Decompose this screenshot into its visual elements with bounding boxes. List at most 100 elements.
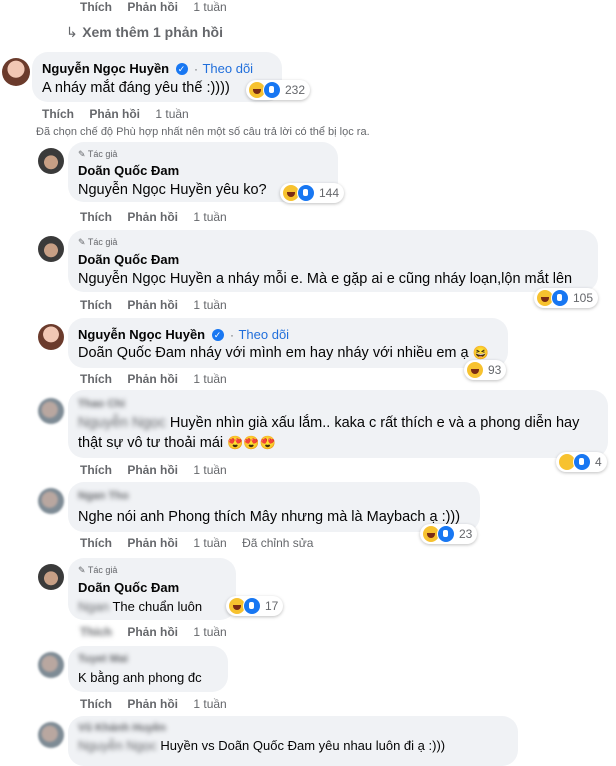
author-badge: Tác giả	[87, 565, 118, 575]
reply-link[interactable]: Phản hồi	[127, 463, 178, 477]
heart-eyes-emoji-icon: 😍😍😍	[227, 435, 276, 450]
comment-text: Nguyễn Ngọc Huyền yêu ko?	[78, 182, 267, 198]
follow-button[interactable]: Theo dõi	[238, 327, 289, 342]
comment-text-body: Huyền vs Doãn Quốc Đam yêu nhau luôn đi …	[160, 738, 446, 753]
see-more-replies[interactable]: ↳ Xem thêm 1 phản hồi	[66, 24, 223, 42]
comment-text-body-2: thật sự vô tư thoải mái	[78, 435, 224, 451]
comment-author[interactable]: Ngan Tho	[78, 490, 129, 502]
reaction-summary[interactable]: 4	[556, 452, 607, 472]
comment-bubble: ✎ Tác giả Doãn Quốc Đam Nguyễn Ngọc Huyề…	[68, 230, 598, 292]
comment-text-body: Huyền nhìn già xấu lắm.. kaka c rất thíc…	[169, 415, 580, 431]
comment-bubble: ✎ Tác giả Doãn Quốc Đam Ngan The chuẩn l…	[68, 558, 236, 620]
comment-text-body: The chuẩn luôn	[112, 599, 203, 614]
reaction-summary[interactable]: 144	[280, 183, 345, 203]
reply-link[interactable]: Phản hồi	[127, 697, 178, 711]
comment-bubble: Vũ Khánh Huyền Nguyễn Ngọc Huyền vs Doãn…	[68, 716, 518, 766]
comment-actions: Thích Phản hồi 1 tuần	[42, 107, 201, 121]
reply-link[interactable]: Phản hồi	[127, 0, 178, 14]
timestamp: 1 tuần	[193, 625, 227, 639]
reaction-summary[interactable]: 232	[246, 80, 311, 100]
avatar[interactable]	[38, 722, 64, 748]
reply-link[interactable]: Phản hồi	[127, 210, 178, 224]
comment-author[interactable]: Thao Chi	[78, 398, 125, 410]
like-link[interactable]: Thích	[42, 107, 74, 121]
timestamp: 1 tuần	[193, 0, 227, 14]
like-link[interactable]: Thích	[80, 372, 112, 386]
comment-text: A nháy mắt đáng yêu thế :))))	[42, 80, 230, 96]
avatar[interactable]	[38, 398, 64, 424]
top-comment-actions: Thích Phản hồi 1 tuần	[80, 0, 239, 14]
reaction-summary[interactable]: 93	[464, 360, 507, 380]
avatar[interactable]	[38, 652, 64, 678]
reaction-count: 105	[573, 291, 594, 305]
timestamp: 1 tuần	[193, 210, 227, 224]
like-link[interactable]: Thích	[80, 536, 112, 550]
reaction-count: 23	[459, 527, 473, 541]
reaction-summary[interactable]: 105	[534, 288, 599, 308]
avatar[interactable]	[2, 58, 30, 86]
edited-label: Đã chỉnh sửa	[242, 536, 314, 550]
reaction-count: 93	[488, 363, 502, 377]
verified-icon: ✓	[211, 328, 224, 341]
like-icon	[263, 81, 281, 99]
comment-bubble: Nguyễn Ngọc Huyền ✓ · Theo dõi A nháy mắ…	[32, 52, 282, 102]
timestamp: 1 tuần	[155, 107, 189, 121]
comment-text: Nguyễn Ngọc Huyền vs Doãn Quốc Đam yêu n…	[78, 738, 445, 753]
timestamp: 1 tuần	[193, 298, 227, 312]
follow-button[interactable]: Theo dõi	[202, 61, 253, 76]
grin-emoji-icon: 😆	[472, 345, 489, 360]
comment-author[interactable]: Doãn Quốc Đam	[78, 580, 179, 595]
comment-text: Nghe nói anh Phong thích Mây nhưng mà là…	[78, 509, 461, 525]
comment-actions: Thích Phản hồi 1 tuần	[80, 210, 239, 224]
reply-arrow-icon: ↳	[66, 24, 78, 40]
comment-bubble: Tuyet Mai K bằng anh phong đc	[68, 646, 228, 692]
reply-link[interactable]: Phản hồi	[127, 298, 178, 312]
comment-bubble: Thao Chi Nguyễn Ngọc Huyền nhìn già xấu …	[68, 390, 608, 458]
comment-author[interactable]: Doãn Quốc Đam	[78, 252, 179, 267]
avatar[interactable]	[38, 236, 64, 262]
like-link[interactable]: Thích	[80, 463, 112, 477]
reaction-count: 17	[265, 599, 279, 613]
timestamp: 1 tuần	[193, 697, 227, 711]
reaction-summary[interactable]: 23	[420, 524, 478, 544]
like-link[interactable]: Thích	[80, 697, 112, 711]
blurred-mention: Nguyễn Ngọc	[78, 415, 166, 431]
filter-notice: Đã chọn chế độ Phù hợp nhất nên một số c…	[36, 126, 370, 138]
avatar[interactable]	[38, 148, 64, 174]
comment-author[interactable]: Nguyễn Ngọc Huyền	[42, 61, 169, 76]
avatar[interactable]	[38, 488, 64, 514]
reply-link[interactable]: Phản hồi	[89, 107, 140, 121]
reply-link[interactable]: Phản hồi	[127, 372, 178, 386]
reply-link[interactable]: Phản hồi	[127, 536, 178, 550]
reaction-count: 4	[595, 455, 602, 469]
comment-text-line2: thật sự vô tư thoải mái 😍😍😍	[78, 435, 276, 451]
avatar[interactable]	[38, 564, 64, 590]
author-badge: Tác giả	[87, 237, 118, 247]
timestamp: 1 tuần	[193, 463, 227, 477]
comment-bubble: Ngan Tho Nghe nói anh Phong thích Mây nh…	[68, 482, 480, 532]
comment-actions: Thích Phản hồi 1 tuần	[80, 463, 239, 477]
reply-link[interactable]: Phản hồi	[127, 625, 178, 639]
reaction-summary[interactable]: 17	[226, 596, 284, 616]
comment-author[interactable]: Vũ Khánh Huyền	[78, 722, 166, 734]
like-link[interactable]: Thích	[80, 210, 112, 224]
comment-actions: Thích Phản hồi 1 tuần	[80, 298, 239, 312]
see-more-label: Xem thêm 1 phản hồi	[82, 24, 223, 40]
like-link[interactable]: Thích	[80, 0, 112, 14]
comment-author[interactable]: Tuyet Mai	[78, 653, 128, 665]
reaction-count: 144	[319, 186, 340, 200]
comment-text: Nguyễn Ngọc Huyền nhìn già xấu lắm.. kak…	[78, 415, 579, 431]
comment-author[interactable]: Doãn Quốc Đam	[78, 163, 179, 178]
haha-icon	[466, 361, 484, 379]
verified-icon: ✓	[175, 62, 188, 75]
avatar[interactable]	[38, 324, 64, 350]
like-link[interactable]: Thích	[80, 298, 112, 312]
comment-text: Nguyễn Ngọc Huyền a nháy mỗi e. Mà e gặp…	[78, 271, 573, 287]
comment-actions: Thích Phản hồi 1 tuần	[80, 697, 239, 711]
comment-author[interactable]: Nguyễn Ngọc Huyền	[78, 327, 205, 342]
like-link[interactable]: Thích	[80, 625, 112, 639]
comment-text: Doãn Quốc Đam nháy với mình em hay nháy …	[78, 345, 489, 361]
pencil-icon: ✎	[78, 237, 86, 247]
like-icon	[437, 525, 455, 543]
reaction-count: 232	[285, 83, 306, 97]
